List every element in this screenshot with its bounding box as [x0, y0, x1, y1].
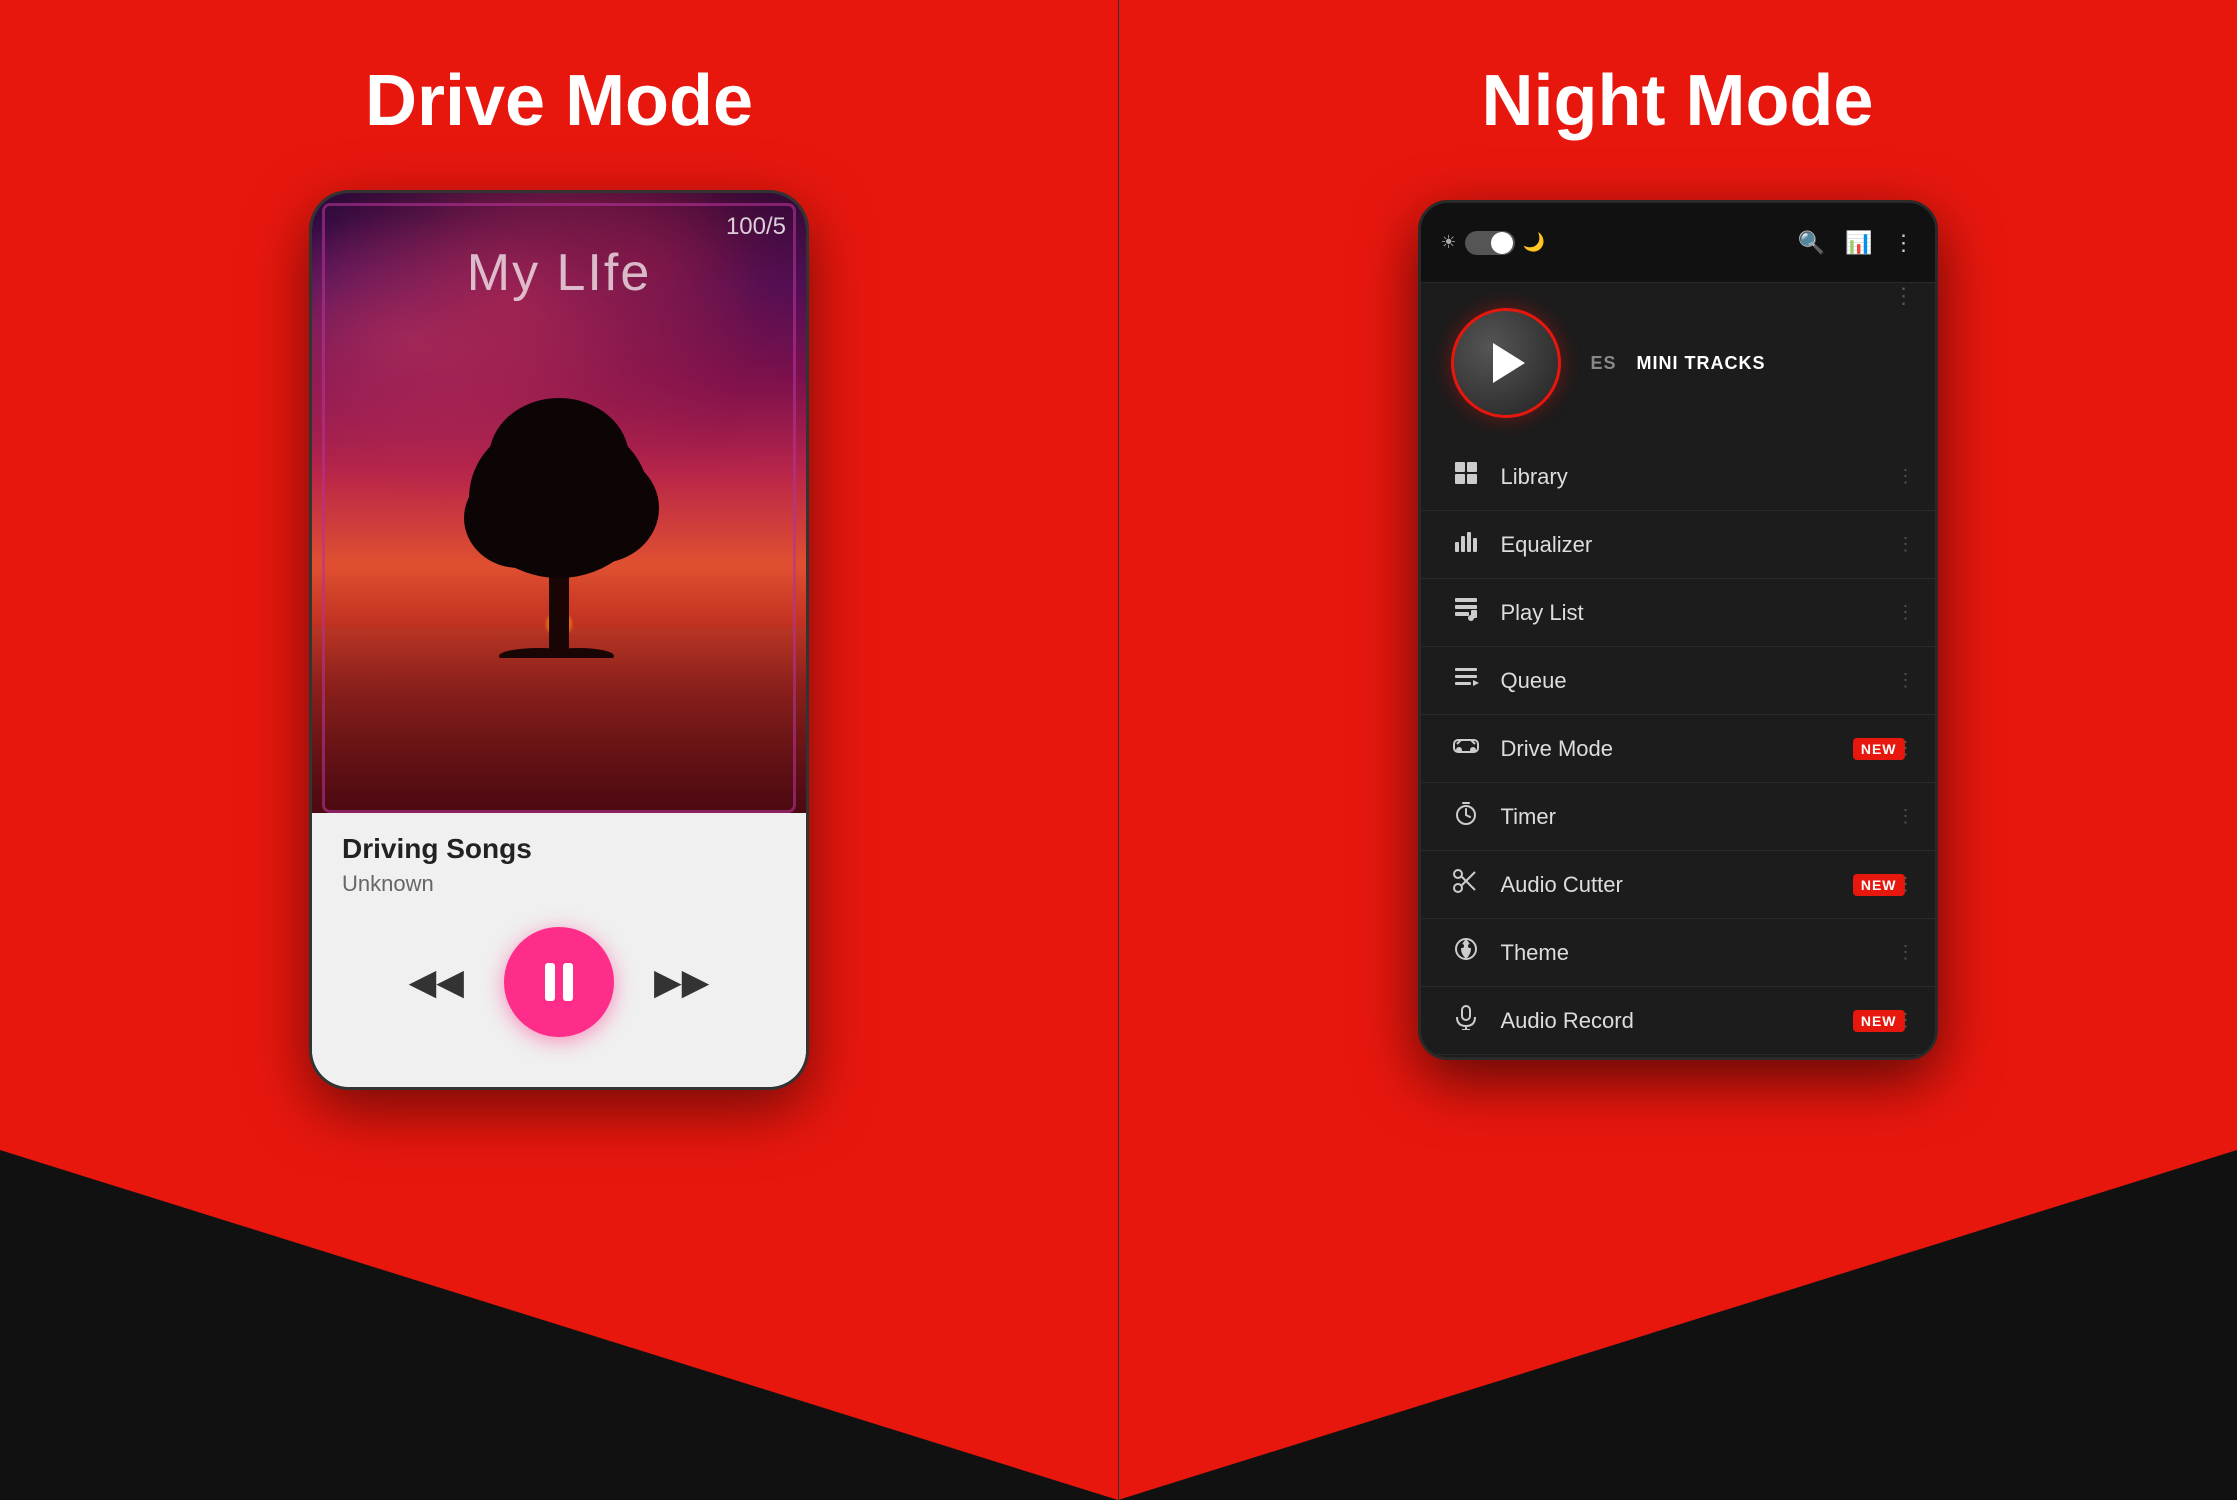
theme-label: Theme	[1501, 940, 1905, 966]
phone-top-bar: ☀ 🌙 🔍 📊 ⋮	[1421, 203, 1935, 283]
theme-icon	[1451, 936, 1481, 969]
audio-record-label: Audio Record	[1501, 1008, 1833, 1034]
equalizer-dots[interactable]: ⋮	[1897, 534, 1915, 555]
top-icons: 🔍 📊 ⋮	[1798, 230, 1915, 256]
drive-mode-label: Drive Mode	[1501, 736, 1833, 762]
moon-icon: 🌙	[1523, 232, 1545, 253]
equalizer-menu-icon	[1451, 528, 1481, 561]
equalizer-label: Equalizer	[1501, 532, 1905, 558]
drive-mode-dots[interactable]: ⋮	[1897, 738, 1915, 759]
menu-item-library[interactable]: Library ⋮	[1421, 443, 1935, 511]
controls-area: Driving Songs Unknown ◀◀ ▶▶	[312, 813, 806, 1087]
toggle-track[interactable]	[1465, 231, 1515, 255]
night-mode-phone: ☀ 🌙 🔍 📊 ⋮ ES MI	[1418, 200, 1938, 1060]
playlist-dots[interactable]: ⋮	[1897, 602, 1915, 623]
sun-icon: ☀	[1441, 232, 1457, 253]
left-panel: Drive Mode	[0, 0, 1118, 1500]
library-icon	[1451, 460, 1481, 493]
menu-item-audio-record[interactable]: Audio Record NEW ⋮	[1421, 987, 1935, 1055]
album-art-container: 100/5 My LIfe	[312, 193, 806, 813]
menu-item-playlist[interactable]: Play List ⋮	[1421, 579, 1935, 647]
play-triangle-icon	[1493, 343, 1525, 383]
tree-container	[459, 378, 659, 658]
tab-mini-tracks[interactable]: MINI TRACKS	[1637, 353, 1766, 374]
audio-record-icon	[1451, 1004, 1481, 1037]
more-dots-play[interactable]: ⋮	[1893, 283, 1915, 309]
queue-icon	[1451, 664, 1481, 697]
audio-record-dots[interactable]: ⋮	[1897, 1010, 1915, 1031]
audio-cutter-dots[interactable]: ⋮	[1897, 874, 1915, 895]
timer-label: Timer	[1501, 804, 1905, 830]
big-play-button[interactable]	[1451, 308, 1561, 418]
tabs-area: ES MINI TRACKS	[1591, 353, 1905, 374]
pause-button[interactable]	[504, 927, 614, 1037]
panel-divider	[1118, 0, 1119, 1500]
playlist-icon	[1451, 596, 1481, 629]
pause-bar-right	[563, 963, 573, 1001]
pause-icon	[545, 963, 573, 1001]
search-icon[interactable]: 🔍	[1798, 230, 1825, 256]
audio-cutter-label: Audio Cutter	[1501, 872, 1833, 898]
track-number: 100/5	[726, 213, 786, 241]
theme-dots[interactable]: ⋮	[1897, 942, 1915, 963]
library-dots[interactable]: ⋮	[1897, 466, 1915, 487]
toggle-thumb	[1491, 232, 1513, 254]
menu-item-equalizer[interactable]: Equalizer ⋮	[1421, 511, 1935, 579]
right-panel: Night Mode ☀ 🌙 🔍 📊 ⋮	[1118, 0, 2237, 1500]
timer-dots[interactable]: ⋮	[1897, 806, 1915, 827]
menu-item-drive-mode[interactable]: Drive Mode NEW ⋮	[1421, 715, 1935, 783]
track-artist: Unknown	[342, 871, 434, 897]
song-title-overlay: My LIfe	[312, 243, 806, 303]
menu-item-timer[interactable]: Timer ⋮	[1421, 783, 1935, 851]
audio-cutter-icon	[1451, 868, 1481, 901]
queue-dots[interactable]: ⋮	[1897, 670, 1915, 691]
drive-mode-icon	[1451, 732, 1481, 765]
equalizer-icon[interactable]: 📊	[1845, 230, 1872, 256]
more-icon[interactable]: ⋮	[1893, 230, 1915, 256]
playlist-label: Play List	[1501, 600, 1905, 626]
library-label: Library	[1501, 464, 1905, 490]
pause-bar-left	[545, 963, 555, 1001]
play-area: ES MINI TRACKS ⋮	[1421, 283, 1935, 443]
playback-controls: ◀◀ ▶▶	[342, 927, 776, 1037]
menu-item-audio-cutter[interactable]: Audio Cutter NEW ⋮	[1421, 851, 1935, 919]
tab-es[interactable]: ES	[1591, 353, 1617, 374]
theme-toggle[interactable]: ☀ 🌙	[1441, 231, 1546, 255]
menu-item-queue[interactable]: Queue ⋮	[1421, 647, 1935, 715]
menu-item-theme[interactable]: Theme ⋮	[1421, 919, 1935, 987]
menu-list: Library ⋮ Equalizer ⋮	[1421, 443, 1935, 1057]
timer-icon	[1451, 800, 1481, 833]
drive-mode-title: Drive Mode	[365, 60, 753, 142]
queue-label: Queue	[1501, 668, 1905, 694]
forward-button[interactable]: ▶▶	[654, 961, 709, 1003]
drive-mode-phone: 100/5 My LIfe Driving Songs Unknown ◀◀ ▶…	[309, 190, 809, 1090]
track-name: Driving Songs	[342, 833, 532, 865]
rewind-button[interactable]: ◀◀	[409, 961, 464, 1003]
night-mode-title: Night Mode	[1482, 60, 1874, 142]
